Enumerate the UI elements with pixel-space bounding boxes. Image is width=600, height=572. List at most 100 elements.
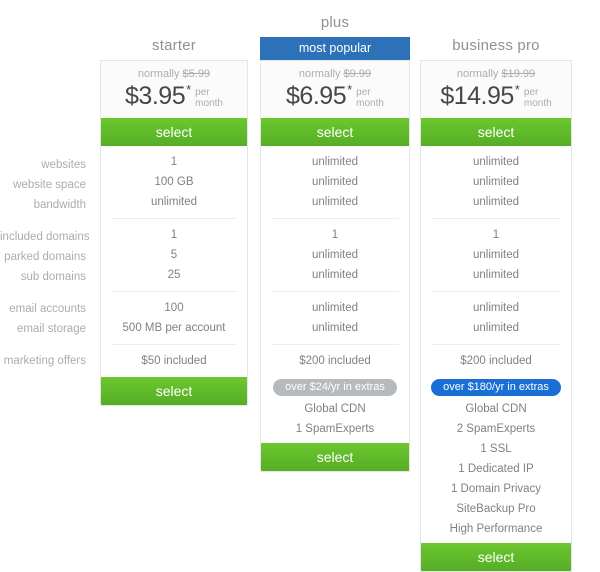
normally-price: normally $9.99 [261,67,409,81]
extras-section: over $180/yr in extras Global CDN 2 SpamEx… [421,377,571,543]
feature-group: 1 100 GB unlimited [101,146,247,218]
feature-value: unlimited [472,176,520,188]
label-group-gap [0,339,92,351]
normally-price-strikethrough: $9.99 [343,68,372,80]
feature-list: unlimited unlimited unlimited 1 unlimited unl… [261,146,409,377]
extra-item: 1 SpamExperts [295,423,375,435]
select-button-top[interactable]: select [421,118,571,146]
pricing-table: websites website space bandwidth included d… [0,0,600,572]
price-asterisk: * [514,82,520,97]
feature-label: parked domains [4,251,86,263]
feature-list: 1 100 GB unlimited 1 5 25 100 500 MB per accoun… [101,146,247,377]
normally-price: normally $19.99 [421,67,571,81]
label-group: websites website space bandwidth [0,155,92,215]
feature-label: website space [13,179,86,191]
feature-label: email accounts [9,303,86,315]
select-button-top[interactable]: select [261,118,409,146]
normally-price-strikethrough: $5.99 [182,68,211,80]
feature-group: 1 unlimited unlimited [271,218,399,291]
price-block: normally $19.99 $14.95 * per month [421,61,571,118]
extra-item: Global CDN [465,403,527,415]
feature-value: unlimited [472,269,520,281]
most-popular-badge: most popular [260,37,410,60]
feature-label: included domains [0,231,90,243]
feature-label: email storage [16,323,86,335]
feature-label: sub domains [20,271,86,283]
feature-value: 1 [331,229,339,241]
normally-prefix: normally [137,68,180,80]
feature-value: $200 included [299,355,371,367]
price-period: per month [524,87,552,109]
price-period-per: per [523,87,539,98]
extras-section: over $24/yr in extras Global CDN 1 SpamExp… [261,377,409,443]
extra-item: 1 Dedicated IP [458,463,534,475]
normally-prefix: normally [456,68,499,80]
price-period-month: month [356,98,384,109]
feature-value: $200 included [460,355,532,367]
price-amount: $14.95 [440,82,514,110]
feature-value: unlimited [311,176,359,188]
feature-value: unlimited [472,196,520,208]
price-line: $6.95 * per month [261,82,409,110]
feature-group: 100 500 MB per account [111,291,237,344]
feature-group: unlimited unlimited unlimited [261,146,409,218]
feature-list: unlimited unlimited unlimited 1 unlimited unl… [421,146,571,377]
label-group-gap [0,287,92,299]
select-button-bottom[interactable]: select [261,443,409,471]
feature-value: unlimited [472,249,520,261]
extras-savings-pill: over $180/yr in extras [431,379,561,396]
feature-group: 1 unlimited unlimited [431,218,561,291]
feature-value: unlimited [472,322,520,334]
price-block: normally $5.99 $3.95 * per month [101,61,247,118]
extra-item: 1 SSL [480,443,512,455]
feature-value: unlimited [472,156,520,168]
extra-item: Global CDN [304,403,366,415]
select-button-top[interactable]: select [101,118,247,146]
feature-group: $50 included [111,344,237,377]
feature-value: 1 [170,156,178,168]
normally-prefix: normally [298,68,341,80]
feature-value: 1 [492,229,500,241]
feature-value: unlimited [311,322,359,334]
feature-value: 25 [167,269,181,281]
select-button-bottom[interactable]: select [421,543,571,571]
price-period-month: month [195,98,223,109]
plan-title-starter: starter [152,37,196,54]
feature-value: unlimited [311,196,359,208]
feature-group: $200 included [431,344,561,377]
feature-value: unlimited [311,156,359,168]
feature-value: 100 GB [154,176,194,188]
feature-group: unlimited unlimited [271,291,399,344]
price-block: normally $9.99 $6.95 * per month [261,61,409,118]
feature-value: 5 [170,249,178,261]
extras-savings-pill: over $24/yr in extras [273,379,397,396]
extra-item: 1 Domain Privacy [450,483,542,495]
feature-group: 1 5 25 [111,218,237,291]
price-period: per month [195,87,223,109]
select-button-bottom[interactable]: select [101,377,247,405]
extra-item: SiteBackup Pro [456,503,536,515]
price-line: $14.95 * per month [421,82,571,110]
normally-price-strikethrough: $19.99 [501,68,536,80]
extra-item: High Performance [449,523,543,535]
plan-card-starter: normally $5.99 $3.95 * per month select 1 100 G… [100,60,248,406]
price-amount: $3.95 [125,82,186,110]
feature-value: unlimited [472,302,520,314]
label-group: email accounts email storage [0,299,92,339]
plan-title-plus: plus [320,14,350,31]
price-period-per: per [356,87,371,98]
feature-value: unlimited [150,196,198,208]
price-line: $3.95 * per month [101,82,247,110]
feature-group: unlimited unlimited unlimited [421,146,571,218]
label-group: marketing offers [0,351,92,371]
feature-label: websites [41,159,86,171]
label-group: included domains parked domains sub domain… [0,227,92,287]
extra-item: 2 SpamExperts [456,423,536,435]
price-amount: $6.95 [286,82,347,110]
feature-value: 1 [170,229,178,241]
feature-value: unlimited [311,269,359,281]
feature-group: $200 included [271,344,399,377]
plan-title-business-pro: business pro [452,37,540,54]
feature-value: unlimited [311,249,359,261]
label-group-gap [0,215,92,227]
